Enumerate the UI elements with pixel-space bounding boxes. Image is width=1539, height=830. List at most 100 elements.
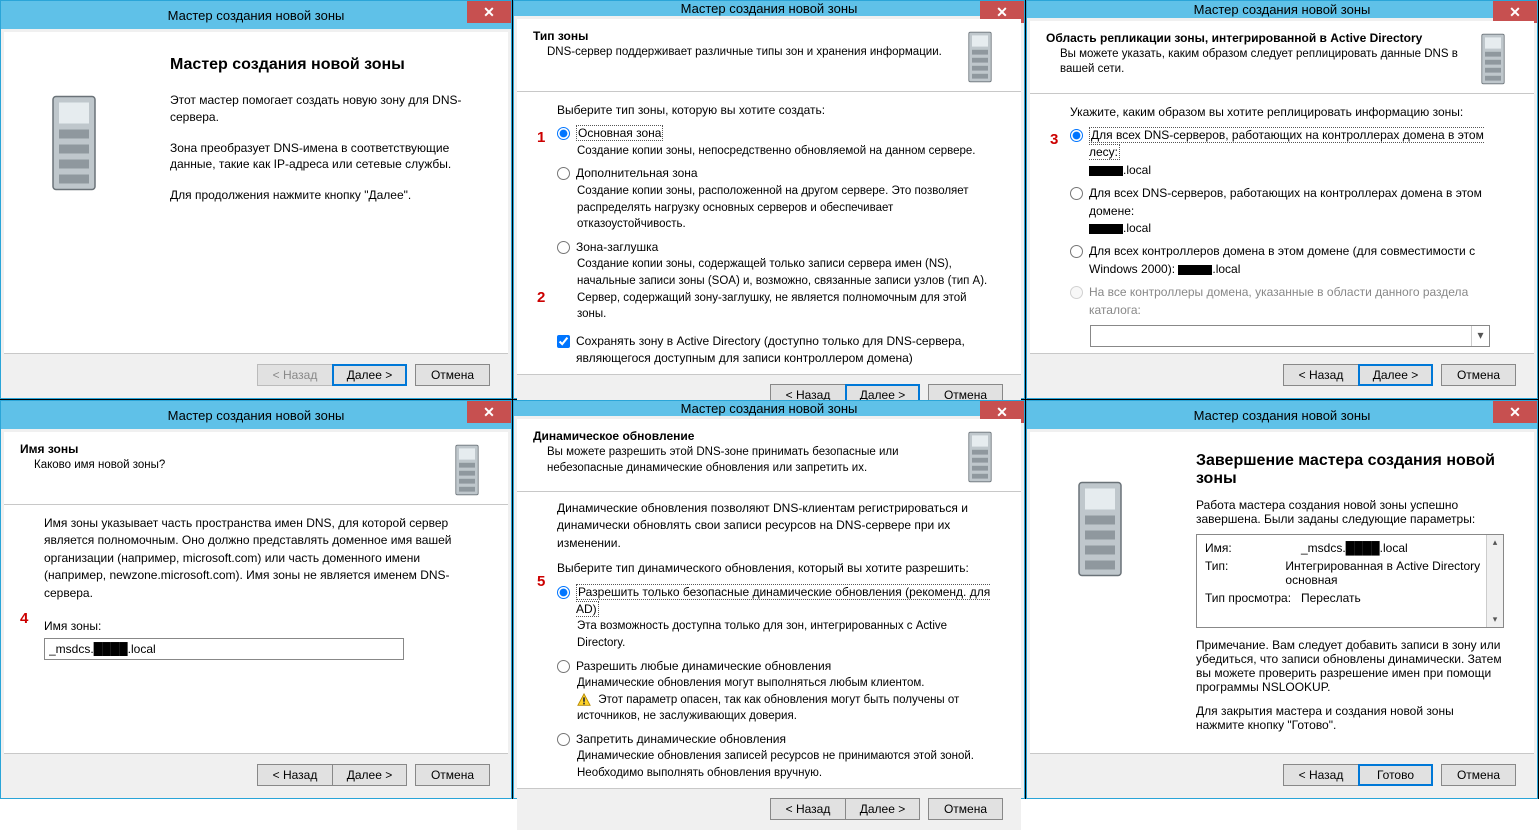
complete-lead: Работа мастера создания новой зоны успеш… (1196, 498, 1504, 526)
page-subtitle: Вы можете разрешить этой DNS-зоне приним… (547, 445, 947, 476)
radio-all-dns-forest[interactable] (1070, 129, 1083, 142)
server-icon (955, 29, 1005, 85)
next-button[interactable]: Далее > (1358, 364, 1433, 386)
annotation-4: 4 (20, 608, 28, 630)
server-icon (1468, 31, 1518, 87)
page-title: Мастер создания новой зоны (170, 56, 472, 74)
radio-primary-zone-label: Основная зона (576, 125, 663, 141)
next-button[interactable]: Далее > (332, 364, 407, 386)
titlebar[interactable]: Мастер создания новой зоны ✕ (514, 401, 1024, 416)
zone-name-input[interactable] (44, 638, 404, 660)
titlebar[interactable]: Мастер создания новой зоны ✕ (514, 1, 1024, 16)
back-button[interactable]: < Назад (257, 764, 332, 786)
stub-zone-desc: Создание копии зоны, содержащей только з… (577, 256, 997, 323)
finish-button[interactable]: Готово (1358, 764, 1433, 786)
complete-note: Примечание. Вам следует добавить записи … (1196, 638, 1504, 694)
radio-custom-partition (1070, 286, 1083, 299)
radio-custom-partition-label: На все контроллеры домена, указанные в о… (1089, 284, 1510, 319)
summary-type-val: Интегрированная в Active Directory основ… (1285, 559, 1495, 587)
radio-secondary-zone[interactable] (557, 167, 570, 180)
no-updates-desc: Динамические обновления записей ресурсов… (577, 748, 997, 781)
summary-type-key: Тип: (1205, 559, 1285, 587)
redacted-domain (1089, 224, 1123, 234)
warning-icon (577, 693, 591, 707)
next-button[interactable]: Далее > (845, 798, 920, 820)
titlebar[interactable]: Мастер создания новой зоны ✕ (1, 1, 511, 29)
cancel-button[interactable]: Отмена (415, 364, 490, 386)
page-title: Имя зоны (20, 442, 434, 456)
radio-secure-only[interactable] (557, 586, 570, 599)
wizard-window-dynamic-update: Мастер создания новой зоны ✕ Динамическо… (513, 400, 1025, 799)
radio-primary-zone[interactable] (557, 127, 570, 140)
back-button[interactable]: < Назад (1283, 364, 1358, 386)
radio-all-dns-forest-label: Для всех DNS-серверов, работающих на кон… (1089, 127, 1484, 160)
annotation-2: 2 (537, 287, 545, 309)
summary-name-val: _msdcs.████.local (1301, 541, 1408, 555)
redacted-domain (1178, 265, 1212, 275)
any-updates-desc: Динамические обновления могут выполнятьс… (577, 675, 997, 692)
back-button: < Назад (257, 364, 332, 386)
radio-secure-only-label: Разрешить только безопасные динамические… (576, 584, 990, 617)
back-button[interactable]: < Назад (1283, 764, 1358, 786)
radio-stub-zone-label: Зона-заглушка (576, 239, 997, 256)
page-title: Тип зоны (533, 29, 947, 43)
replication-lead: Укажите, каким образом вы хотите реплици… (1070, 104, 1510, 121)
welcome-text-2: Зона преобразует DNS-имена в соответству… (170, 140, 472, 174)
window-title: Мастер создания новой зоны (681, 401, 858, 416)
wizard-window-zone-type: Мастер создания новой зоны ✕ Тип зоны DN… (513, 0, 1025, 399)
wizard-window-complete: Мастер создания новой зоны ✕ Завершение … (1026, 400, 1538, 799)
scroll-up-icon[interactable]: ▴ (1491, 535, 1500, 550)
close-button[interactable]: ✕ (467, 401, 511, 423)
zone-name-label: Имя зоны: (44, 618, 484, 635)
wizard-window-zone-name: Мастер создания новой зоны ✕ Имя зоны Ка… (0, 400, 512, 799)
close-button[interactable]: ✕ (1493, 1, 1537, 23)
scroll-down-icon[interactable]: ▾ (1491, 612, 1500, 627)
page-title: Динамическое обновление (533, 429, 947, 443)
cancel-button[interactable]: Отмена (1441, 364, 1516, 386)
wizard-window-replication: Мастер создания новой зоны ✕ Область реп… (1026, 0, 1538, 399)
summary-box: Имя:_msdcs.████.local Тип:Интегрированна… (1196, 534, 1504, 628)
chevron-down-icon: ▾ (1471, 326, 1489, 346)
server-icon (442, 442, 492, 498)
page-subtitle: DNS-сервер поддерживает различные типы з… (547, 45, 947, 61)
radio-all-dc-win2000[interactable] (1070, 245, 1083, 258)
dyn-lead: Выберите тип динамического обновления, к… (557, 560, 997, 577)
welcome-text-3: Для продолжения нажмите кнопку "Далее". (170, 187, 472, 204)
page-title: Область репликации зоны, интегрированной… (1046, 31, 1460, 45)
titlebar[interactable]: Мастер создания новой зоны ✕ (1, 401, 511, 429)
server-icon (44, 88, 104, 198)
close-button[interactable]: ✕ (467, 1, 511, 23)
radio-no-updates-label: Запретить динамические обновления (576, 731, 997, 748)
close-button[interactable]: ✕ (1493, 401, 1537, 423)
any-updates-warn: Этот параметр опасен, так как обновления… (577, 694, 959, 723)
back-button[interactable]: < Назад (770, 798, 845, 820)
dyn-desc: Динамические обновления позволяют DNS-кл… (557, 500, 997, 552)
radio-all-dc-win2000-label: Для всех контроллеров домена в этом доме… (1089, 244, 1475, 275)
zone-type-lead: Выберите тип зоны, которую вы хотите соз… (557, 102, 997, 119)
page-subtitle: Вы можете указать, каким образом следует… (1060, 47, 1460, 78)
radio-stub-zone[interactable] (557, 241, 570, 254)
radio-secondary-zone-label: Дополнительная зона (576, 165, 997, 182)
window-title: Мастер создания новой зоны (1194, 408, 1371, 423)
next-button[interactable]: Далее > (332, 764, 407, 786)
cancel-button[interactable]: Отмена (928, 798, 1003, 820)
server-icon (1070, 474, 1130, 584)
titlebar[interactable]: Мастер создания новой зоны ✕ (1027, 1, 1537, 18)
radio-no-updates[interactable] (557, 733, 570, 746)
welcome-text-1: Этот мастер помогает создать новую зону … (170, 92, 472, 126)
page-title: Завершение мастера создания новой зоны (1196, 452, 1504, 488)
wizard-window-welcome: Мастер создания новой зоны ✕ Мастер созд… (0, 0, 512, 399)
primary-zone-desc: Создание копии зоны, непосредственно обн… (577, 143, 997, 160)
zone-name-desc: Имя зоны указывает часть пространства им… (44, 515, 484, 602)
radio-any-updates[interactable] (557, 660, 570, 673)
secondary-zone-desc: Создание копии зоны, расположенной на др… (577, 183, 997, 233)
scrollbar[interactable]: ▴▾ (1486, 535, 1503, 627)
summary-name-key: Имя: (1205, 541, 1301, 555)
window-title: Мастер создания новой зоны (168, 8, 345, 23)
titlebar[interactable]: Мастер создания новой зоны ✕ (1027, 401, 1537, 429)
checkbox-store-in-ad[interactable] (557, 335, 570, 348)
radio-all-dns-domain[interactable] (1070, 187, 1083, 200)
cancel-button[interactable]: Отмена (415, 764, 490, 786)
annotation-5: 5 (537, 571, 545, 593)
cancel-button[interactable]: Отмена (1441, 764, 1516, 786)
